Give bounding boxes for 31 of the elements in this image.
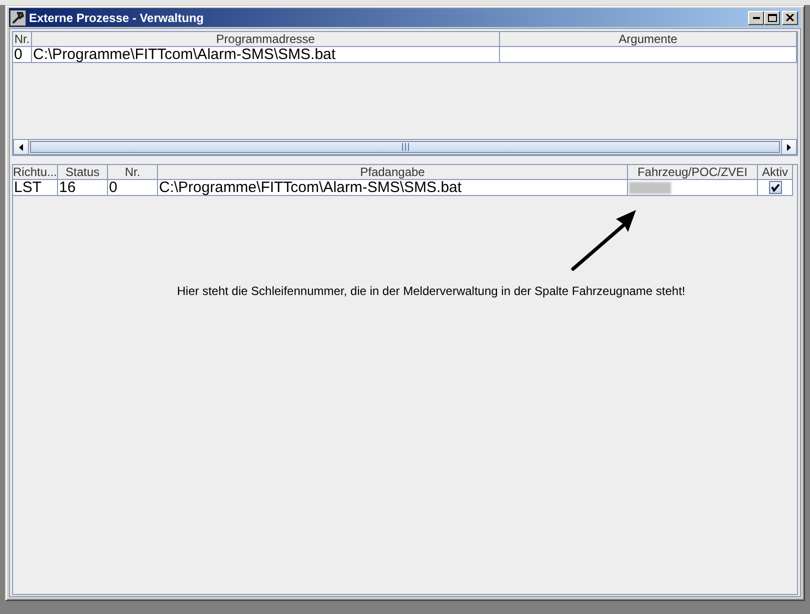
maximize-icon <box>768 14 776 22</box>
column-header[interactable]: Richtu... <box>13 165 58 180</box>
column-header[interactable]: Aktiv <box>758 165 793 180</box>
table-cell: 0 <box>108 180 158 196</box>
table-cell: LST <box>13 180 58 196</box>
close-icon <box>786 14 794 21</box>
column-header[interactable]: Fahrzeug/POC/ZVEI <box>628 165 758 180</box>
annotation-text: Hier steht die Schleifennummer, die in der Melderverwaltung in der Spalte Fahrzeugname steht! <box>177 284 686 298</box>
close-button[interactable] <box>782 10 798 24</box>
scroll-right-button[interactable] <box>781 139 797 155</box>
column-header[interactable]: Status <box>58 165 108 180</box>
column-header[interactable]: Programmadresse <box>32 32 500 47</box>
caret-right-icon <box>787 144 791 150</box>
table-cell: 0 <box>13 47 32 63</box>
table-cell: C:\Programme\FITTcom\Alarm-SMS\SMS.bat <box>158 180 628 196</box>
table-cell: 16 <box>58 180 108 196</box>
maximize-button[interactable] <box>764 10 780 24</box>
table-cell: C:\Programme\FITTcom\Alarm-SMS\SMS.bat <box>32 47 500 63</box>
column-header[interactable]: Pfadangabe <box>158 165 628 180</box>
minimize-icon <box>752 16 760 18</box>
column-header[interactable]: Nr. <box>108 165 158 180</box>
checkbox[interactable] <box>769 181 782 194</box>
window-title: Externe Prozesse - Verwaltung <box>29 10 205 24</box>
minimize-button[interactable] <box>748 10 764 24</box>
scroll-left-button[interactable] <box>13 139 29 155</box>
column-header[interactable]: Nr. <box>13 32 32 47</box>
arrow <box>571 210 636 271</box>
grip-icon <box>402 143 408 151</box>
caret-left-icon <box>19 144 23 150</box>
column-header[interactable]: Argumente <box>500 32 797 47</box>
wrench-icon[interactable] <box>10 10 26 26</box>
